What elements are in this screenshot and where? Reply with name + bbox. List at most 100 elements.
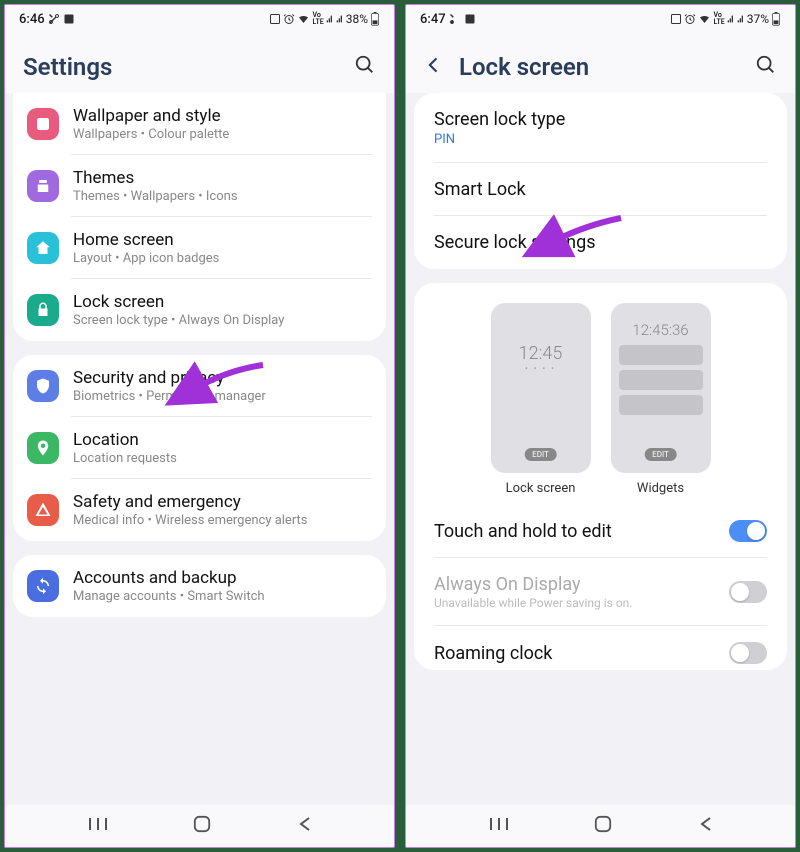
preview-lock-screen[interactable]: 12:45 • • • • EDIT Lock screen <box>491 303 591 496</box>
secure-lock-settings[interactable]: Secure lock settings <box>414 216 787 269</box>
item-title: Themes <box>73 168 372 188</box>
toggle-switch <box>729 581 767 603</box>
back-button[interactable] <box>698 816 712 836</box>
settings-item-safety[interactable]: Safety and emergency Medical info • Wire… <box>13 479 386 541</box>
scissors-icon <box>48 13 60 25</box>
always-on-display: Always On Display Unavailable while Powe… <box>414 558 787 626</box>
settings-group-1: Wallpaper and style Wallpapers • Colour … <box>13 93 386 341</box>
lock-card-2: 12:45 • • • • EDIT Lock screen 12:45:36 … <box>414 283 787 670</box>
item-sub: Manage accounts • Smart Switch <box>73 589 372 604</box>
page-title: Lock screen <box>459 53 755 81</box>
item-title: Safety and emergency <box>73 492 372 512</box>
settings-group-2: Security and privacy Biometrics • Permis… <box>13 355 386 541</box>
item-title: Secure lock settings <box>434 232 767 253</box>
battery-icon <box>370 12 380 26</box>
page-title: Settings <box>23 53 354 81</box>
settings-item-location[interactable]: Location Location requests <box>13 417 386 479</box>
item-sub: Themes • Wallpapers • Icons <box>73 189 372 204</box>
header: Settings <box>5 33 394 93</box>
alarm-icon <box>283 13 295 25</box>
item-title: Wallpaper and style <box>73 106 372 126</box>
signal-icon-2 <box>336 13 344 25</box>
item-title: Smart Lock <box>434 179 767 200</box>
wifi-icon <box>297 13 310 25</box>
image-icon <box>464 13 476 25</box>
status-bar: 6:47 VoLTE 37% <box>406 5 795 33</box>
item-sub: Medical info • Wireless emergency alerts <box>73 513 372 528</box>
safety-icon <box>27 494 59 526</box>
navigation-bar <box>5 805 394 847</box>
item-title: Security and privacy <box>73 368 372 388</box>
battery-icon <box>771 12 781 26</box>
item-title: Lock screen <box>73 292 372 312</box>
back-icon[interactable] <box>424 55 444 79</box>
toggle-switch[interactable] <box>729 642 767 664</box>
edit-button[interactable]: EDIT <box>524 448 557 461</box>
item-title: Screen lock type <box>434 109 767 130</box>
search-icon[interactable] <box>755 54 777 80</box>
preview-clock: 12:45:36 <box>632 321 688 339</box>
wallpaper-icon <box>27 108 59 140</box>
item-sub: Screen lock type • Always On Display <box>73 313 372 328</box>
settings-item-lock-screen[interactable]: Lock screen Screen lock type • Always On… <box>13 279 386 341</box>
lock-icon <box>27 294 59 326</box>
home-button[interactable] <box>193 815 211 837</box>
item-sub: Location requests <box>73 451 372 466</box>
preview-widgets[interactable]: 12:45:36 EDIT Widgets <box>611 303 711 496</box>
smart-lock[interactable]: Smart Lock <box>414 163 787 216</box>
settings-item-wallpaper[interactable]: Wallpaper and style Wallpapers • Colour … <box>13 93 386 155</box>
image-icon <box>63 13 75 25</box>
item-sub: Wallpapers • Colour palette <box>73 127 372 142</box>
settings-item-themes[interactable]: Themes Themes • Wallpapers • Icons <box>13 155 386 217</box>
status-time: 6:46 <box>19 12 45 27</box>
previews: 12:45 • • • • EDIT Lock screen 12:45:36 … <box>414 283 787 504</box>
phone-lock-screen: 6:47 VoLTE 37% Lock screen Screen lock t… <box>405 4 796 848</box>
lock-card-1: Screen lock type PIN Smart Lock Secure l… <box>414 93 787 269</box>
signal-icon <box>727 13 735 25</box>
back-button[interactable] <box>297 816 311 836</box>
settings-content: Wallpaper and style Wallpapers • Colour … <box>5 93 394 805</box>
battery-percent: 37% <box>747 12 769 26</box>
preview-dots: • • • • <box>525 364 556 373</box>
item-title: Roaming clock <box>434 643 552 664</box>
home-button[interactable] <box>594 815 612 837</box>
toggle-switch[interactable] <box>729 520 767 542</box>
signal-icon <box>326 13 334 25</box>
nfc-icon <box>670 13 682 25</box>
volte-icon: VoLTE <box>312 12 323 26</box>
settings-group-3: Accounts and backup Manage accounts • Sm… <box>13 555 386 617</box>
scissors-icon <box>449 13 461 25</box>
item-title: Home screen <box>73 230 372 250</box>
settings-item-home[interactable]: Home screen Layout • App icon badges <box>13 217 386 279</box>
item-sub: PIN <box>434 132 767 147</box>
recents-button[interactable] <box>489 816 509 836</box>
item-title: Accounts and backup <box>73 568 372 588</box>
touch-hold-edit[interactable]: Touch and hold to edit <box>414 504 787 558</box>
edit-button[interactable]: EDIT <box>644 448 677 461</box>
item-title: Always On Display <box>434 574 632 595</box>
wifi-icon <box>698 13 711 25</box>
sync-icon <box>27 570 59 602</box>
themes-icon <box>27 170 59 202</box>
search-icon[interactable] <box>354 54 376 80</box>
preview-label: Lock screen <box>491 481 591 496</box>
screen-lock-type[interactable]: Screen lock type PIN <box>414 93 787 163</box>
shield-icon <box>27 370 59 402</box>
roaming-clock[interactable]: Roaming clock <box>414 626 787 670</box>
settings-item-accounts[interactable]: Accounts and backup Manage accounts • Sm… <box>13 555 386 617</box>
recents-button[interactable] <box>88 816 108 836</box>
volte-icon: VoLTE <box>713 12 724 26</box>
settings-item-security[interactable]: Security and privacy Biometrics • Permis… <box>13 355 386 417</box>
item-title: Location <box>73 430 372 450</box>
status-time: 6:47 <box>420 12 446 27</box>
preview-label: Widgets <box>611 481 711 496</box>
header: Lock screen <box>406 33 795 93</box>
signal-icon-2 <box>737 13 745 25</box>
battery-percent: 38% <box>346 12 368 26</box>
phone-settings: 6:46 VoLTE 38% Settings Wallpaper and st… <box>4 4 395 848</box>
alarm-icon <box>684 13 696 25</box>
lock-content: Screen lock type PIN Smart Lock Secure l… <box>406 93 795 805</box>
status-bar: 6:46 VoLTE 38% <box>5 5 394 33</box>
navigation-bar <box>406 805 795 847</box>
item-sub: Unavailable while Power saving is on. <box>434 596 632 610</box>
